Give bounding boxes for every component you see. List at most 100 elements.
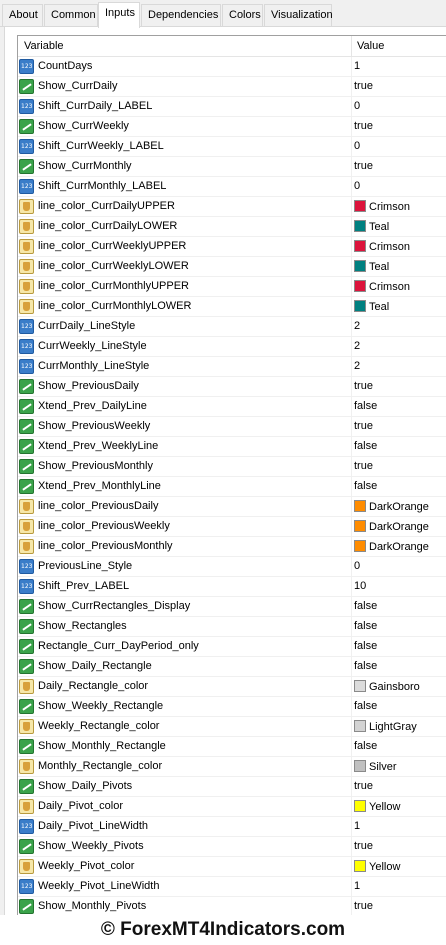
table-row[interactable]: CurrMonthly_LineStyle 2 [18,357,446,377]
value-cell[interactable]: 0 [354,100,360,112]
value-cell[interactable]: false [354,660,377,672]
value-cell[interactable]: true [354,120,373,132]
value-cell[interactable]: Crimson [354,200,410,213]
table-row[interactable]: Daily_Pivot_color Yellow [18,797,446,817]
value-cell[interactable]: false [354,620,377,632]
value-cell[interactable]: LightGray [354,720,417,733]
color-swatch[interactable] [354,720,366,732]
value-cell[interactable]: false [354,480,377,492]
value-cell[interactable]: 2 [354,360,360,372]
table-row[interactable]: Xtend_Prev_DailyLine false [18,397,446,417]
table-row[interactable]: Show_Daily_Rectangle false [18,657,446,677]
color-swatch[interactable] [354,220,366,232]
value-cell[interactable]: DarkOrange [354,540,429,553]
table-row[interactable]: Shift_CurrDaily_LABEL 0 [18,97,446,117]
value-cell[interactable]: false [354,600,377,612]
value-cell[interactable]: false [354,440,377,452]
value-cell[interactable]: 1 [354,880,360,892]
value-cell[interactable]: false [354,400,377,412]
table-row[interactable]: Xtend_Prev_MonthlyLine false [18,477,446,497]
value-cell[interactable]: true [354,160,373,172]
color-swatch[interactable] [354,680,366,692]
color-swatch[interactable] [354,280,366,292]
value-cell[interactable]: 10 [354,580,366,592]
value-cell[interactable]: true [354,780,373,792]
value-cell[interactable]: Yellow [354,800,400,813]
table-row[interactable]: Rectangle_Curr_DayPeriod_only false [18,637,446,657]
table-row[interactable]: line_color_PreviousMonthly DarkOrange [18,537,446,557]
table-row[interactable]: line_color_PreviousDaily DarkOrange [18,497,446,517]
table-row[interactable]: line_color_CurrDailyUPPER Crimson [18,197,446,217]
table-row[interactable]: line_color_CurrDailyLOWER Teal [18,217,446,237]
value-cell[interactable]: Crimson [354,280,410,293]
value-cell[interactable]: Teal [354,260,389,273]
table-row[interactable]: Monthly_Rectangle_color Silver [18,757,446,777]
value-cell[interactable]: 0 [354,140,360,152]
table-row[interactable]: line_color_CurrWeeklyUPPER Crimson [18,237,446,257]
tab-inputs[interactable]: Inputs [98,2,140,28]
value-cell[interactable]: Teal [354,300,389,313]
table-row[interactable]: Show_Daily_Pivots true [18,777,446,797]
value-cell[interactable]: 1 [354,60,360,72]
table-row[interactable]: Daily_Rectangle_color Gainsboro [18,677,446,697]
color-swatch[interactable] [354,260,366,272]
tab-visualization[interactable]: Visualization [264,4,333,26]
table-row[interactable]: CountDays 1 [18,57,446,77]
value-cell[interactable]: 2 [354,320,360,332]
value-cell[interactable]: true [354,460,373,472]
color-swatch[interactable] [354,240,366,252]
table-row[interactable]: Daily_Pivot_LineWidth 1 [18,817,446,837]
table-row[interactable]: CurrDaily_LineStyle 2 [18,317,446,337]
table-row[interactable]: Show_CurrDaily true [18,77,446,97]
table-row[interactable]: Weekly_Pivot_LineWidth 1 [18,877,446,897]
color-swatch[interactable] [354,800,366,812]
table-row[interactable]: Shift_Prev_LABEL 10 [18,577,446,597]
table-row[interactable]: Show_PreviousMonthly true [18,457,446,477]
value-cell[interactable]: Silver [354,760,397,773]
table-row[interactable]: Show_Weekly_Rectangle false [18,697,446,717]
value-cell[interactable]: DarkOrange [354,520,429,533]
value-cell[interactable]: false [354,640,377,652]
table-row[interactable]: Show_PreviousWeekly true [18,417,446,437]
value-cell[interactable]: Yellow [354,860,400,873]
value-cell[interactable]: false [354,700,377,712]
table-row[interactable]: Show_PreviousDaily true [18,377,446,397]
table-row[interactable]: Show_Rectangles false [18,617,446,637]
table-row[interactable]: Show_Monthly_Rectangle false [18,737,446,757]
value-cell[interactable]: true [354,380,373,392]
value-cell[interactable]: Gainsboro [354,680,420,693]
value-cell[interactable]: true [354,420,373,432]
tab-common[interactable]: Common [44,4,98,26]
table-row[interactable]: Show_CurrWeekly true [18,117,446,137]
color-swatch[interactable] [354,860,366,872]
table-row[interactable]: Show_CurrMonthly true [18,157,446,177]
table-row[interactable]: Weekly_Pivot_color Yellow [18,857,446,877]
header-column-divider[interactable] [351,36,352,56]
header-value[interactable]: Value [357,40,384,52]
value-cell[interactable]: 0 [354,560,360,572]
table-row[interactable]: line_color_PreviousWeekly DarkOrange [18,517,446,537]
color-swatch[interactable] [354,500,366,512]
table-row[interactable]: Weekly_Rectangle_color LightGray [18,717,446,737]
table-row[interactable]: line_color_CurrMonthlyLOWER Teal [18,297,446,317]
table-row[interactable]: Show_CurrRectangles_Display false [18,597,446,617]
color-swatch[interactable] [354,760,366,772]
table-row[interactable]: line_color_CurrWeeklyLOWER Teal [18,257,446,277]
tab-about[interactable]: About [2,4,43,26]
table-row[interactable]: PreviousLine_Style 0 [18,557,446,577]
color-swatch[interactable] [354,540,366,552]
table-row[interactable]: Show_Monthly_Pivots true [18,897,446,915]
value-cell[interactable]: true [354,840,373,852]
value-cell[interactable]: Crimson [354,240,410,253]
tab-colors[interactable]: Colors [222,4,263,26]
table-row[interactable]: Show_Weekly_Pivots true [18,837,446,857]
value-cell[interactable]: false [354,740,377,752]
value-cell[interactable]: 1 [354,820,360,832]
value-cell[interactable]: true [354,80,373,92]
table-row[interactable]: line_color_CurrMonthlyUPPER Crimson [18,277,446,297]
header-variable[interactable]: Variable [24,40,64,52]
color-swatch[interactable] [354,520,366,532]
value-cell[interactable]: DarkOrange [354,500,429,513]
table-row[interactable]: Shift_CurrMonthly_LABEL 0 [18,177,446,197]
value-cell[interactable]: 2 [354,340,360,352]
